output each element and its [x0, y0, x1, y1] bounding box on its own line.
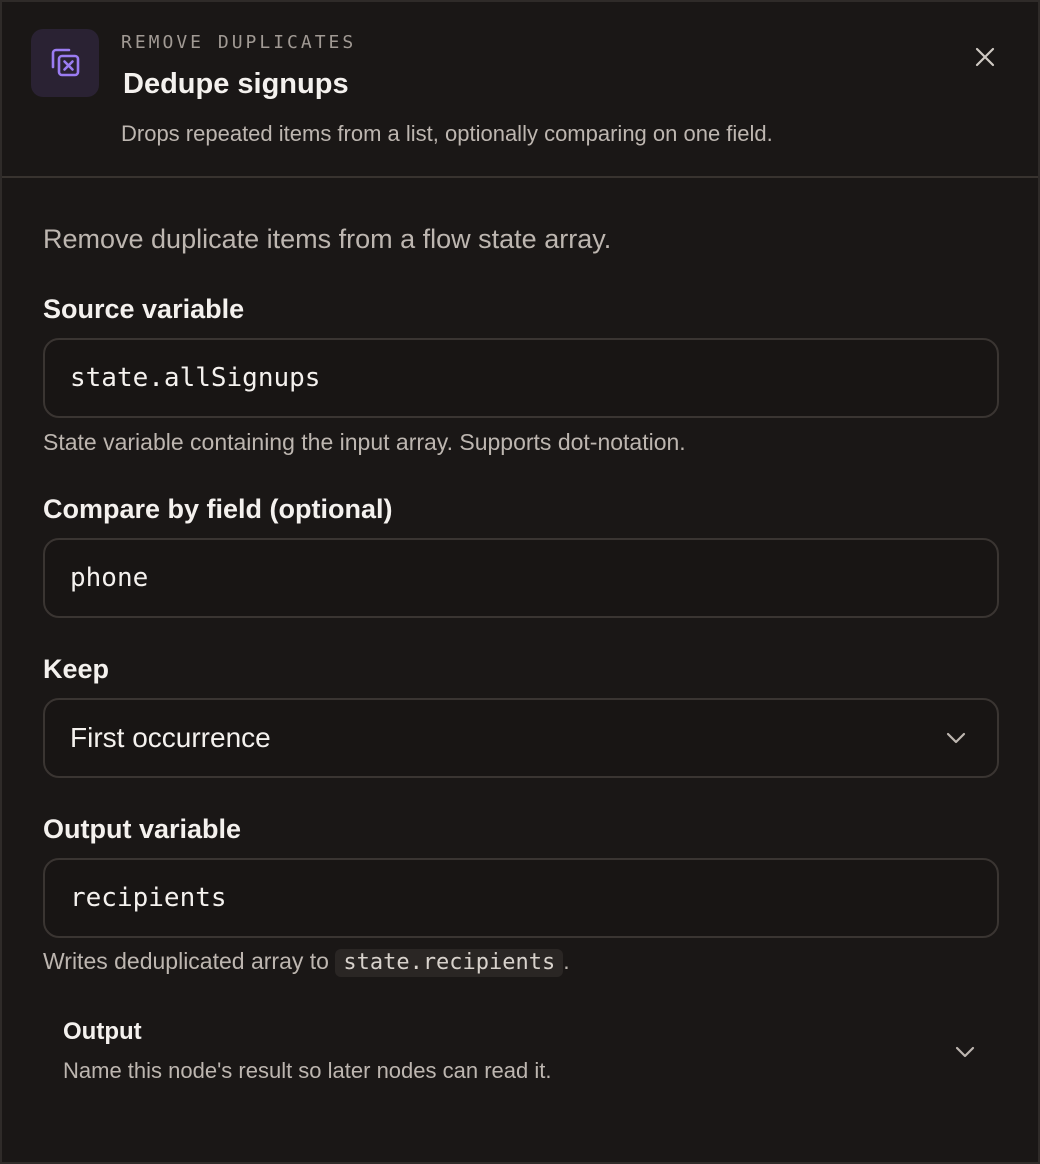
compare-field-label: Compare by field (optional) — [43, 494, 393, 524]
node-title: Dedupe signups — [123, 68, 349, 100]
output-state-path: state.recipients — [335, 949, 564, 977]
output-section-description: Name this node's result so later nodes c… — [63, 1058, 552, 1083]
source-variable-field[interactable] — [43, 338, 999, 418]
close-button[interactable] — [968, 40, 1002, 74]
compare-field[interactable] — [43, 538, 999, 618]
output-variable-help: Writes deduplicated array to state.recip… — [43, 946, 570, 977]
keep-label: Keep — [43, 654, 110, 684]
output-variable-input[interactable] — [45, 860, 997, 936]
panel-header: REMOVE DUPLICATES Dedupe signups Drops r… — [2, 2, 1038, 178]
output-variable-field[interactable] — [43, 858, 999, 938]
node-type-label: REMOVE DUPLICATES — [121, 32, 357, 53]
compare-field-input[interactable] — [45, 540, 997, 616]
output-variable-label: Output variable — [43, 814, 242, 844]
source-variable-label: Source variable — [43, 294, 245, 324]
source-variable-help: State variable containing the input arra… — [43, 429, 686, 455]
keep-select[interactable]: First occurrence — [43, 698, 999, 778]
output-section-toggle[interactable]: Output Name this node's result so later … — [43, 1002, 999, 1102]
output-section-title: Output — [63, 1018, 142, 1045]
output-help-text: Writes deduplicated array to — [43, 948, 329, 974]
chevron-down-icon — [944, 726, 968, 750]
panel-intro: Remove duplicate items from a flow state… — [43, 224, 612, 254]
output-help-suffix: . — [563, 948, 570, 974]
node-description: Drops repeated items from a list, option… — [121, 121, 773, 146]
dedupe-icon — [31, 29, 99, 97]
source-variable-input[interactable] — [45, 340, 997, 416]
chevron-down-icon — [953, 1040, 977, 1064]
node-config-panel: REMOVE DUPLICATES Dedupe signups Drops r… — [0, 0, 1040, 1164]
keep-selected-value: First occurrence — [70, 722, 271, 753]
close-icon — [975, 47, 995, 67]
